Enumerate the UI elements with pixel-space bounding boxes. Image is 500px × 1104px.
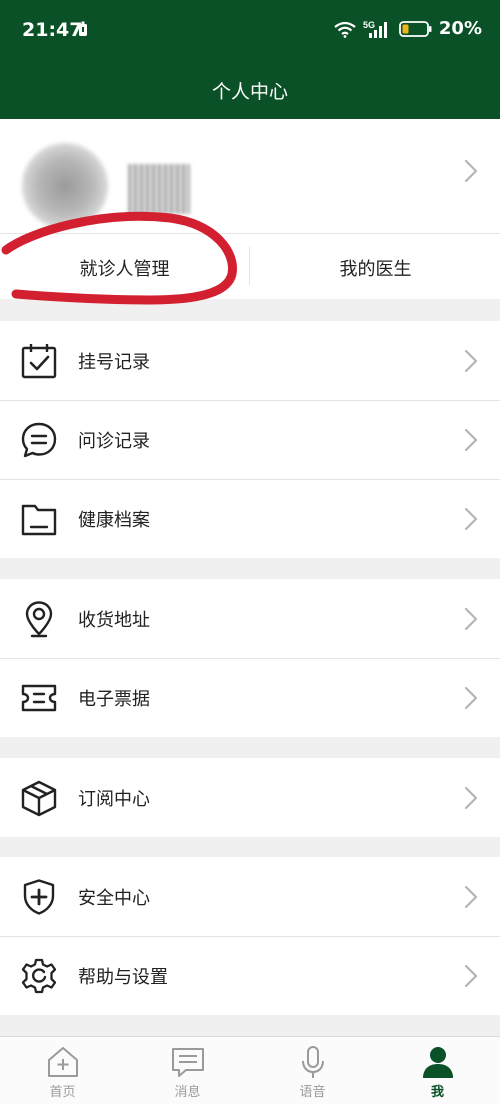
menu-item-label: 电子票据 bbox=[78, 689, 150, 710]
signal-5g-icon: 5G bbox=[363, 20, 387, 38]
divider bbox=[0, 233, 500, 234]
battery-percent: 20% bbox=[438, 18, 482, 39]
menu-item-label: 安全中心 bbox=[78, 887, 150, 909]
menu-item-shipping-address[interactable]: 收货地址 bbox=[0, 579, 500, 658]
patient-management-button[interactable]: 就诊人管理 bbox=[0, 237, 249, 299]
calendar-check-icon bbox=[21, 343, 57, 378]
tab-label: 我 bbox=[430, 1085, 444, 1100]
menu-item-e-receipt[interactable]: 电子票据 bbox=[0, 658, 500, 737]
chevron-right-icon[interactable] bbox=[464, 159, 478, 183]
chevron-right-icon bbox=[464, 428, 478, 452]
header: 个人中心 bbox=[0, 62, 500, 119]
menu-group-subscription: 订阅中心 bbox=[0, 758, 500, 837]
message-icon bbox=[171, 1048, 204, 1077]
chevron-right-icon bbox=[464, 349, 478, 372]
user-name-redacted[interactable] bbox=[128, 164, 190, 214]
tab-me[interactable]: 我 bbox=[375, 1037, 500, 1104]
menu-item-label: 问诊记录 bbox=[78, 431, 150, 452]
menu-item-label: 健康档案 bbox=[78, 510, 150, 531]
tab-label: 消息 bbox=[174, 1085, 201, 1100]
menu-item-health-records[interactable]: 健康档案 bbox=[0, 479, 500, 558]
user-icon bbox=[422, 1047, 453, 1078]
tab-voice[interactable]: 语音 bbox=[250, 1037, 375, 1104]
shield-plus-icon bbox=[23, 878, 55, 915]
chat-bubble-icon bbox=[21, 422, 57, 458]
wifi-icon bbox=[334, 21, 356, 38]
location-pin-icon bbox=[25, 600, 53, 637]
chevron-right-icon bbox=[464, 885, 478, 908]
my-doctor-button[interactable]: 我的医生 bbox=[251, 237, 500, 299]
status-icons: 5G 20% bbox=[333, 18, 482, 39]
menu-group-records: 挂号记录 问诊记录 健康档案 bbox=[0, 321, 500, 558]
chevron-right-icon bbox=[464, 964, 478, 988]
avatar[interactable] bbox=[22, 143, 108, 229]
menu-item-label: 收货地址 bbox=[78, 609, 150, 631]
menu-item-registration-records[interactable]: 挂号记录 bbox=[0, 321, 500, 400]
profile-card: 就诊人管理 我的医生 bbox=[0, 119, 500, 299]
tab-label: 语音 bbox=[299, 1085, 326, 1100]
lock-notification-icon bbox=[79, 21, 87, 36]
menu-item-help-settings[interactable]: 帮助与设置 bbox=[0, 936, 500, 1015]
status-bar: 21:47 5G 20% bbox=[0, 0, 500, 62]
chevron-right-icon bbox=[464, 607, 478, 630]
microphone-icon bbox=[301, 1046, 324, 1078]
chevron-right-icon bbox=[464, 786, 478, 809]
menu-item-label: 帮助与设置 bbox=[78, 967, 168, 988]
cube-icon bbox=[21, 780, 57, 816]
my-doctor-label: 我的医生 bbox=[339, 259, 412, 280]
status-time: 21:47 bbox=[22, 19, 83, 41]
network-label: 5G bbox=[363, 20, 375, 30]
menu-item-label: 挂号记录 bbox=[78, 351, 150, 373]
home-icon bbox=[47, 1047, 78, 1077]
patient-management-label: 就诊人管理 bbox=[79, 259, 170, 280]
chevron-right-icon bbox=[464, 507, 478, 531]
page-title: 个人中心 bbox=[211, 81, 288, 103]
ticket-icon bbox=[21, 684, 57, 712]
menu-item-label: 订阅中心 bbox=[78, 788, 150, 810]
folder-icon bbox=[21, 504, 57, 536]
menu-item-subscription-center[interactable]: 订阅中心 bbox=[0, 758, 500, 837]
chevron-right-icon bbox=[464, 686, 478, 710]
battery-icon bbox=[399, 20, 432, 37]
divider bbox=[249, 247, 250, 285]
menu-item-security-center[interactable]: 安全中心 bbox=[0, 857, 500, 936]
gear-icon bbox=[21, 958, 57, 994]
tab-home[interactable]: 首页 bbox=[0, 1037, 125, 1104]
tab-label: 首页 bbox=[49, 1085, 76, 1100]
menu-group-settings: 安全中心 帮助与设置 bbox=[0, 857, 500, 1015]
menu-item-consultation-records[interactable]: 问诊记录 bbox=[0, 400, 500, 479]
menu-group-logistics: 收货地址 电子票据 bbox=[0, 579, 500, 737]
bottom-tab-bar: 首页 消息 语音 我 bbox=[0, 1036, 500, 1104]
tab-messages[interactable]: 消息 bbox=[125, 1037, 250, 1104]
